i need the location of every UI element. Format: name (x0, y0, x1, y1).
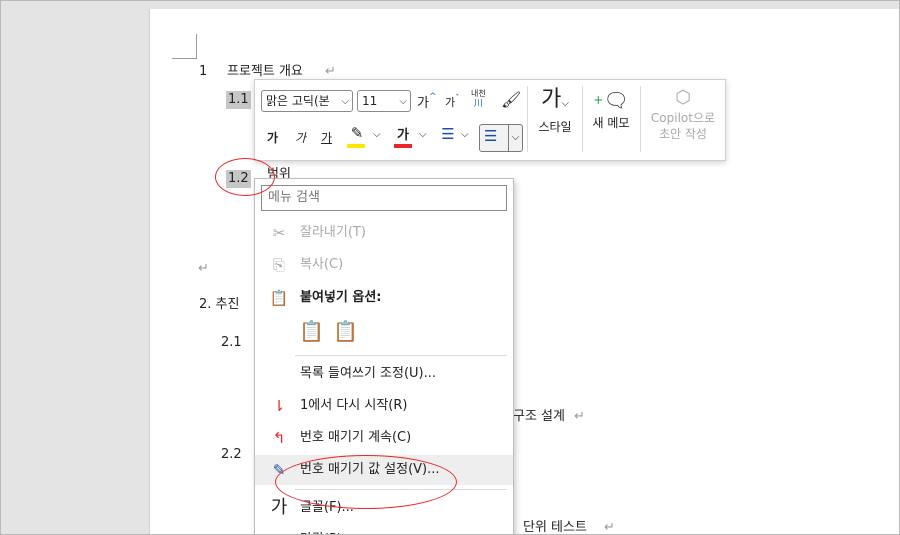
phonetic-guide-button[interactable]: 내천 川 (471, 89, 486, 109)
font-color-bar (394, 144, 412, 148)
restart-numbering-icon: ⇂ (272, 397, 286, 415)
paragraph-mark: ↵ (574, 409, 585, 424)
menu-item-continue-numbering[interactable]: ↰ 번호 매기기 계속(C) (255, 423, 513, 453)
chevron-down-icon[interactable]: ⌵ (419, 129, 427, 140)
partial-text-unit-test[interactable]: 단위 테스트 (523, 520, 587, 534)
paragraph-mark: ↵ (325, 64, 336, 79)
mini-toolbar: 맑은 고딕(본 ⌵ 11 ⌵ 가^ 가ˇ 내천 川 🖌 가 가 가 ✎ ⌵ 가 ⌵… (254, 79, 726, 161)
toolbar-divider (527, 86, 528, 152)
chevron-down-icon: ⌵ (508, 125, 522, 151)
shrink-font-icon: 가 (445, 96, 456, 109)
paste-keep-text-only-icon[interactable]: 📋 (333, 319, 359, 347)
menu-item-label: 잘라내기(T) (300, 225, 366, 240)
bold-button[interactable]: 가 (267, 129, 278, 146)
new-comment-icon: +🗨 (593, 88, 629, 112)
format-painter-button[interactable]: 🖌 (501, 90, 521, 109)
font-size-value: 11 (362, 94, 378, 108)
chevron-down-icon: ⌵ (341, 96, 349, 107)
font-name-value: 맑은 고딕(본 (266, 94, 330, 108)
paste-options-header: 📋 붙여넣기 옵션: (255, 283, 513, 313)
annotation-circle-set-numbering-value (275, 455, 457, 509)
copilot-draft-button[interactable]: ⬡ Copilot으로 초안 작성 (643, 86, 723, 152)
paragraph-mark: ↵ (198, 261, 209, 276)
list-number-1-1[interactable]: 1.1 (226, 91, 251, 109)
menu-item-copy[interactable]: ⎘ 복사(C) (255, 250, 513, 280)
bullet-list-icon: ☰ (441, 125, 455, 143)
continue-numbering-icon: ↰ (272, 429, 286, 447)
numbering-button[interactable]: ☰ ⌵ (479, 124, 523, 152)
shrink-font-button[interactable]: 가ˇ (445, 94, 460, 110)
paragraph-icon: ☰ (268, 525, 290, 534)
menu-search-input[interactable]: 메뉴 검색 (261, 185, 507, 211)
phonetic-mark-icon: 川 (473, 99, 483, 109)
menu-item-paragraph[interactable]: ☰ 단락(P)... (255, 525, 513, 534)
grow-font-button[interactable]: 가^ (417, 92, 437, 111)
menu-item-label: 붙여넣기 옵션: (300, 290, 382, 305)
grow-font-icon: 가 (417, 96, 429, 111)
partial-text-structure-design[interactable]: 구조 설계 (513, 409, 565, 425)
heading-1-text[interactable]: 프로젝트 개요 (227, 64, 303, 80)
menu-item-label: 1에서 다시 시작(R) (300, 398, 408, 413)
highlight-button[interactable]: ✎ (347, 124, 367, 150)
chevron-down-icon: ⌵ (399, 96, 407, 107)
heading-2-text[interactable]: 2. 추진 (199, 297, 239, 313)
menu-item-label: 단락(P)... (300, 525, 354, 534)
list-number-2-1[interactable]: 2.1 (221, 335, 242, 351)
styles-label: 스타일 (538, 120, 572, 134)
toolbar-divider (640, 86, 641, 152)
scissors-icon: ✂ (272, 224, 286, 242)
styles-button[interactable]: 가⌵ 스타일 (531, 86, 579, 152)
clipboard-icon: 📋 (269, 289, 289, 307)
new-comment-label: 새 메모 (592, 116, 630, 130)
caret-up-icon: ^ (428, 92, 437, 102)
list-number-2-2[interactable]: 2.2 (221, 447, 242, 463)
bullets-button[interactable]: ☰ (437, 125, 459, 143)
new-comment-button[interactable]: +🗨 새 메모 (585, 86, 637, 152)
font-color-icon: 가 (397, 128, 409, 143)
styles-icon: 가⌵ (541, 87, 569, 112)
paragraph-mark: ↵ (604, 520, 615, 535)
copilot-label-line2: 초안 작성 (659, 127, 707, 141)
numbered-list-icon: ☰ (484, 127, 498, 145)
heading-1-number: 1 (199, 64, 208, 79)
font-name-select[interactable]: 맑은 고딕(본 ⌵ (261, 90, 353, 112)
menu-item-label: 복사(C) (300, 257, 344, 272)
font-color-button[interactable]: 가 (393, 124, 413, 150)
copy-icon: ⎘ (272, 256, 285, 274)
menu-item-label: 번호 매기기 계속(C) (300, 430, 412, 445)
toolbar-divider (582, 86, 583, 152)
bold-icon: 가 (267, 131, 279, 145)
copilot-label-line1: Copilot으로 (650, 111, 716, 125)
menu-item-adjust-list-indents[interactable]: 목록 들여쓰기 조정(U)... (255, 359, 513, 389)
annotation-circle-list-number (215, 158, 275, 196)
screenshot-frame: 1 프로젝트 개요 ↵ 1.1 1.2 범위 ↵ 2. 추진 2.1 2.2 구… (0, 0, 900, 535)
underline-button[interactable]: 가 (321, 129, 332, 146)
chevron-down-icon[interactable]: ⌵ (373, 129, 381, 140)
margin-crop-mark (172, 34, 197, 59)
menu-item-cut[interactable]: ✂ 잘라내기(T) (255, 218, 513, 248)
menu-item-restart-at-1[interactable]: ⇂ 1에서 다시 시작(R) (255, 391, 513, 421)
font-size-select[interactable]: 11 ⌵ (357, 90, 411, 112)
menu-item-label: 목록 들여쓰기 조정(U)... (300, 366, 437, 381)
paste-merge-list-icon[interactable]: 📋 (299, 319, 325, 347)
highlight-color-bar (347, 144, 365, 148)
format-painter-icon: 🖌 (501, 90, 522, 109)
font-icon: 가 (270, 497, 288, 518)
highlighter-icon: ✎ (350, 124, 364, 142)
underline-icon: 가 (321, 131, 333, 145)
italic-button[interactable]: 가 (295, 129, 306, 146)
chevron-down-icon[interactable]: ⌵ (461, 129, 469, 140)
copilot-icon: ⬡ (675, 87, 691, 108)
italic-icon: 가 (295, 131, 307, 145)
caret-down-icon: ˇ (455, 94, 460, 104)
menu-divider (295, 355, 507, 356)
phonetic-guide-icon: 내천 (471, 89, 486, 98)
